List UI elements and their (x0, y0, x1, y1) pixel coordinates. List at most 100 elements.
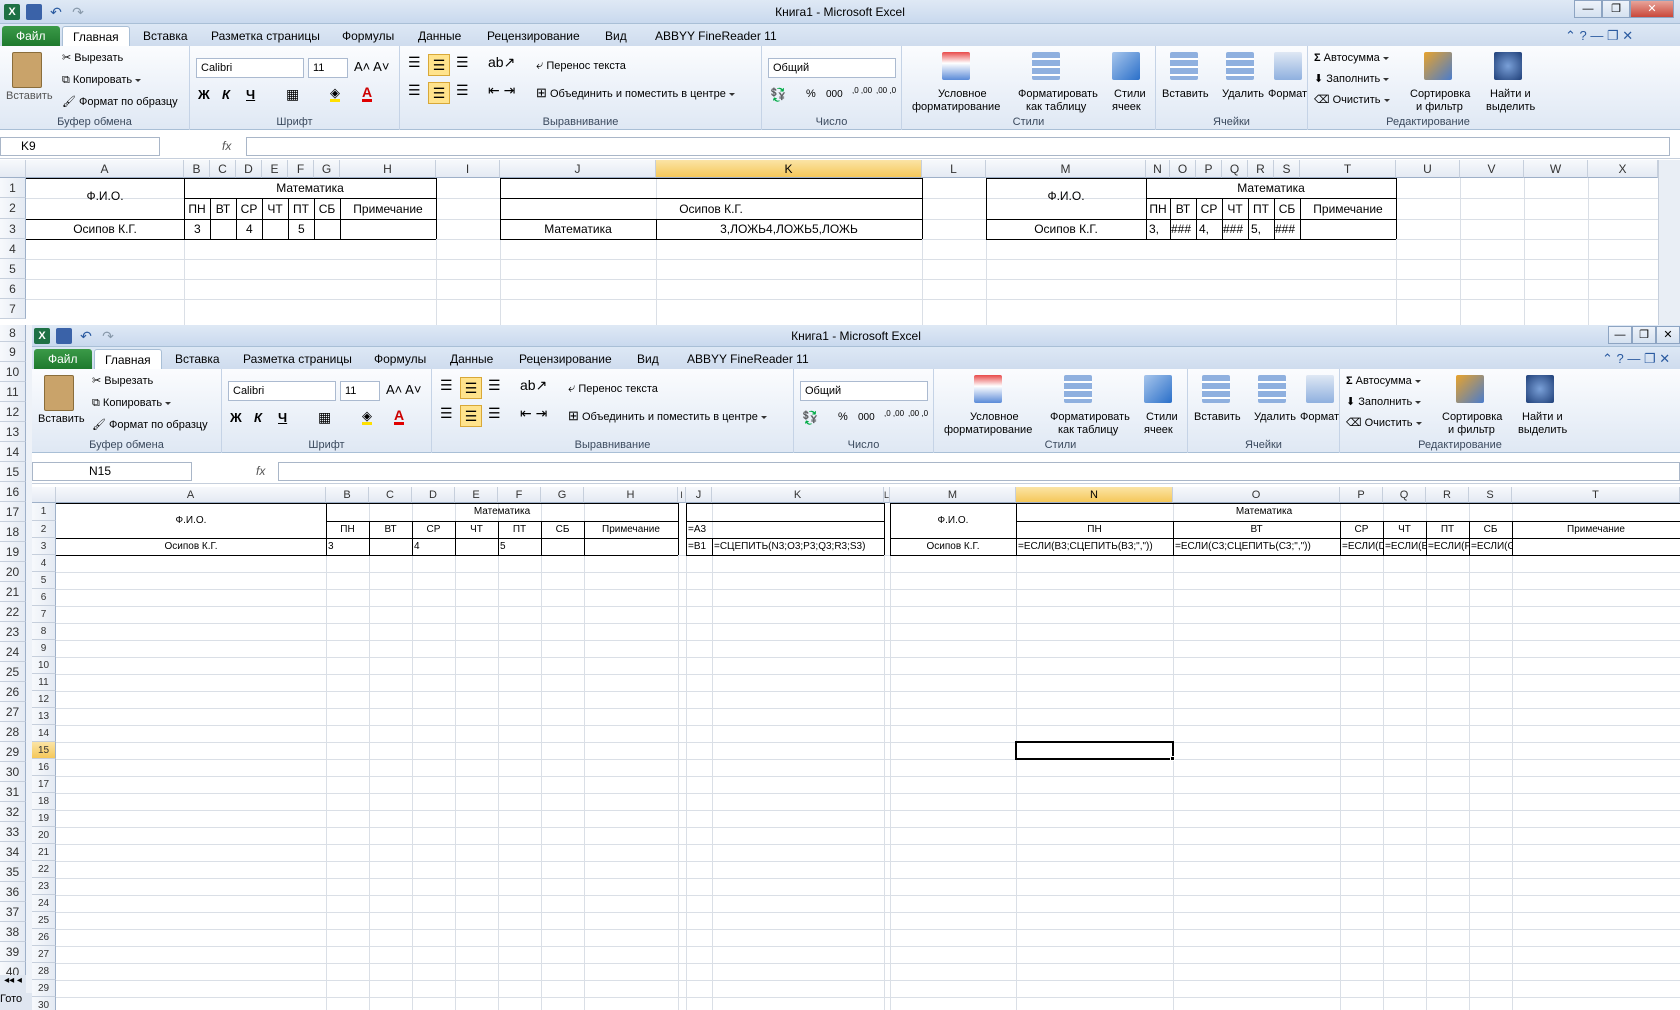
align-bottom-icon[interactable]: ☰ (488, 378, 501, 392)
conditional-format-icon[interactable] (974, 375, 1002, 403)
col-header[interactable]: S (1469, 487, 1512, 503)
cell-note[interactable]: Примечание (340, 200, 436, 218)
tab-page-layout[interactable]: Разметка страницы (233, 349, 362, 369)
insert-cells-icon[interactable] (1170, 52, 1198, 80)
bold-button[interactable]: Ж (230, 411, 242, 424)
currency-icon[interactable]: 💱 (770, 88, 786, 101)
close-button[interactable]: ✕ (1630, 0, 1674, 18)
cell-day[interactable]: СР (1340, 522, 1383, 537)
font-color-button[interactable]: A (394, 408, 405, 425)
col-header[interactable]: D (412, 487, 455, 503)
cell-j3[interactable]: Математика (500, 220, 656, 238)
tab-page-layout[interactable]: Разметка страницы (201, 26, 330, 46)
conditional-format-icon[interactable] (942, 52, 970, 80)
tab-home[interactable]: Главная (62, 26, 130, 46)
row-header[interactable]: 1 (0, 178, 26, 198)
row-header[interactable]: 25 (32, 912, 56, 929)
orientation-icon[interactable]: ab↗ (520, 378, 547, 392)
sort-filter-label[interactable]: Сортировка (1410, 88, 1470, 101)
underline-button[interactable]: Ч (278, 411, 287, 424)
underline-button[interactable]: Ч (246, 88, 255, 101)
row-header[interactable]: 17 (0, 502, 26, 522)
col-header[interactable]: Q (1222, 160, 1248, 178)
sort-filter-icon[interactable] (1424, 52, 1452, 80)
row-header[interactable]: 22 (0, 602, 26, 622)
delete-cells-icon[interactable] (1258, 375, 1286, 403)
row-header[interactable]: 13 (32, 708, 56, 725)
row-header[interactable]: 37 (0, 902, 26, 922)
cell-day[interactable]: СБ (1469, 522, 1512, 537)
indent-icons[interactable]: ⇤ ⇥ (520, 406, 547, 420)
insert-cells-button[interactable]: Вставить (1194, 411, 1241, 424)
cell-name[interactable]: Осипов К.Г. (56, 539, 326, 554)
format-as-table-icon[interactable] (1032, 52, 1060, 80)
format-cells-button[interactable]: Формат (1268, 88, 1307, 101)
cut-button[interactable]: Вырезать (104, 375, 153, 387)
row-header[interactable]: 20 (32, 827, 56, 844)
cell-styles-label[interactable]: Стили (1114, 88, 1146, 101)
cell-day[interactable]: ВТ (369, 522, 412, 537)
paste-button[interactable]: Вставить (6, 90, 53, 103)
borders-icon[interactable]: ▦ (318, 410, 331, 424)
cell-styles-label2[interactable]: ячеек (1144, 424, 1173, 437)
thousands-button[interactable]: 000 (826, 88, 843, 101)
cell-b3[interactable]: 3 (194, 220, 201, 238)
cell-o3[interactable]: =ЕСЛИ(C3;СЦЕПИТЬ(C3;",")) (1175, 539, 1340, 554)
cell-m-name[interactable]: Осипов К.Г. (890, 539, 1016, 554)
fill-color-icon[interactable]: ◈ (362, 409, 372, 425)
grow-font-button[interactable]: A˄ A˅ (354, 60, 389, 73)
col-header[interactable]: A (56, 487, 326, 503)
cell-day[interactable]: ПТ (1248, 200, 1274, 218)
tab-insert[interactable]: Вставка (133, 26, 198, 46)
bottom-sheet-grid[interactable]: A B C D E F G H I J K L M N O P Q R S T … (32, 487, 1680, 1010)
increase-decimal-button[interactable]: ,0 ,00 (852, 86, 872, 95)
tab-review[interactable]: Рецензирование (477, 26, 590, 46)
top-sheet-grid[interactable]: A B C D E F G H I J K L M N O P Q R S T … (0, 160, 1680, 325)
row-header[interactable]: 6 (0, 279, 26, 299)
align-middle-icon[interactable]: ☰ (460, 377, 482, 399)
align-right-icon[interactable]: ☰ (456, 83, 469, 97)
row-header[interactable]: 24 (0, 642, 26, 662)
grow-font-button[interactable]: A˄ A˅ (386, 383, 421, 396)
percent-button[interactable]: % (806, 88, 816, 101)
find-select-icon[interactable] (1494, 52, 1522, 80)
cell-note[interactable]: Примечание (1512, 522, 1680, 537)
cell-d3[interactable]: 4 (246, 220, 253, 238)
col-header[interactable]: B (184, 160, 210, 178)
align-middle-icon[interactable]: ☰ (428, 54, 450, 76)
cell-day[interactable]: ВТ (1170, 200, 1196, 218)
find-select-label2[interactable]: выделить (1486, 101, 1535, 114)
col-header[interactable]: O (1173, 487, 1340, 503)
cell-fio[interactable]: Ф.И.О. (56, 513, 326, 528)
row-header[interactable]: 6 (32, 589, 56, 606)
delete-cells-button[interactable]: Удалить (1254, 411, 1296, 424)
col-header[interactable]: N (1016, 487, 1173, 503)
col-header[interactable]: G (541, 487, 584, 503)
align-left-icon[interactable]: ☰ (440, 406, 453, 420)
row-header[interactable]: 12 (32, 691, 56, 708)
cell-n3[interactable]: =ЕСЛИ(B3;СЦЕПИТЬ(B3;",")) (1018, 539, 1173, 554)
tab-view[interactable]: Вид (627, 349, 669, 369)
delete-cells-icon[interactable] (1226, 52, 1254, 80)
font-size-select[interactable]: 11 (340, 381, 380, 401)
cell-day[interactable]: ВТ (1173, 522, 1340, 537)
col-header[interactable]: X (1588, 160, 1658, 178)
decrease-decimal-button[interactable]: ,00 ,0 (908, 409, 930, 418)
merge-center-button[interactable]: Объединить и поместить в центре (582, 411, 758, 423)
row-header[interactable]: 5 (0, 259, 26, 279)
row-header[interactable]: 9 (0, 342, 26, 362)
currency-icon[interactable]: 💱 (802, 411, 818, 424)
cell-day[interactable]: ЧТ (1222, 200, 1248, 218)
row-header[interactable]: 15 (0, 462, 26, 482)
increase-decimal-button[interactable]: ,0 ,00 (884, 409, 904, 418)
autosum-button[interactable]: Автосумма (1324, 52, 1380, 64)
cell-day[interactable]: ПН (1146, 200, 1170, 218)
cell-day[interactable]: ПТ (288, 200, 314, 218)
cell-m-math[interactable]: Математика (1016, 504, 1512, 519)
cell-day[interactable]: СР (1196, 200, 1222, 218)
col-header[interactable]: U (1396, 160, 1460, 178)
cell-day[interactable]: СР (236, 200, 262, 218)
align-top-icon[interactable]: ☰ (408, 55, 421, 69)
cell-day[interactable]: СР (412, 522, 455, 537)
close-button[interactable]: ✕ (1656, 326, 1680, 344)
